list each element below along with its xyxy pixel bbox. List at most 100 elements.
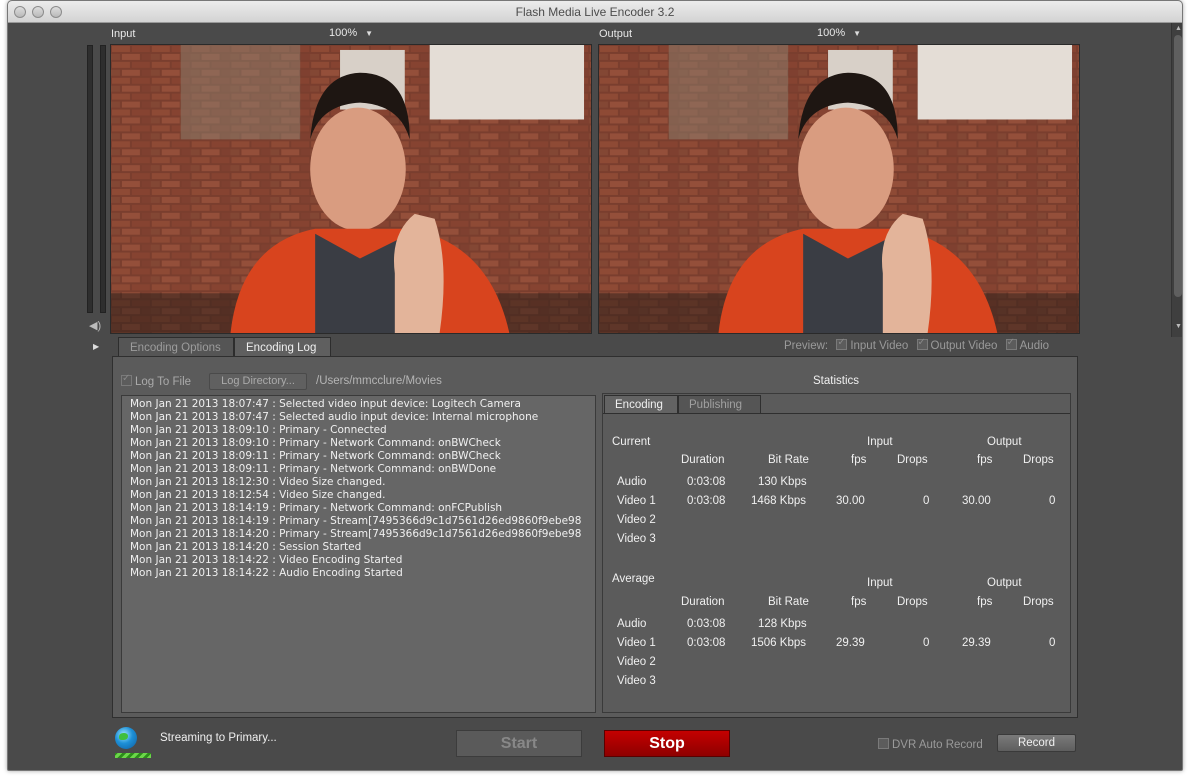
current-row-name: Audio [617,476,647,488]
average-bitrate-header: Bit Rate [768,596,809,608]
current-in-drops-header: Drops [897,454,928,466]
input-video-label: Input Video [850,340,909,352]
average-row-duration: 0:03:08 [687,637,726,649]
output-video-preview [598,44,1080,334]
current-row-out-drops: 0 [1049,495,1056,507]
log-line: Mon Jan 21 2013 18:12:54 : Video Size ch… [130,489,386,501]
average-in-drops-header: Drops [897,596,928,608]
tab-stats-encoding[interactable]: Encoding [604,395,678,413]
current-out-drops-header: Drops [1023,454,1054,466]
current-row-in-fps: 30.00 [836,495,865,507]
close-window-button[interactable] [14,6,26,18]
average-row-duration: 0:03:08 [687,618,726,630]
current-bitrate-header: Bit Rate [768,454,809,466]
streaming-activity-indicator [115,753,151,758]
title-bar: Flash Media Live Encoder 3.2 [8,1,1182,23]
current-row-name: Video 1 [617,495,656,507]
output-video-label: Output Video [930,340,998,352]
average-row-in-fps: 29.39 [836,637,865,649]
current-row-out-fps: 30.00 [962,495,991,507]
audio-level-meter-right [100,45,106,313]
input-video-checkbox[interactable] [836,337,848,350]
log-line: Mon Jan 21 2013 18:12:30 : Video Size ch… [130,476,386,488]
current-row-name: Video 2 [617,514,656,526]
average-row-out-drops: 0 [1049,637,1056,649]
log-line: Mon Jan 21 2013 18:09:10 : Primary - Con… [130,424,387,436]
dvr-auto-record-option[interactable]: DVR Auto Record [878,738,983,751]
current-in-fps-header: fps [851,454,867,466]
log-line: Mon Jan 21 2013 18:14:19 : Primary - Str… [130,515,582,527]
average-row-name: Video 2 [617,656,656,668]
zoom-window-button[interactable] [50,6,62,18]
log-line: Mon Jan 21 2013 18:14:20 : Primary - Str… [130,528,582,540]
preview-options: Preview: Input Video Output Video Audio [784,337,1050,352]
chevron-down-icon: ▼ [365,29,374,38]
log-line: Mon Jan 21 2013 18:14:22 : Audio Encodin… [130,567,403,579]
current-input-header: Input [867,436,893,448]
input-zoom-value: 100% [329,27,358,39]
disclosure-triangle-icon[interactable]: ▶ [93,342,99,351]
current-out-fps-header: fps [977,454,993,466]
log-line: Mon Jan 21 2013 18:14:19 : Primary - Net… [130,502,503,514]
preview-label: Preview: [784,340,829,352]
log-line: Mon Jan 21 2013 18:07:47 : Selected audi… [130,411,539,423]
start-button[interactable]: Start [456,730,582,757]
current-row-duration: 0:03:08 [687,476,726,488]
log-to-file-checkbox[interactable] [121,373,132,386]
log-line: Mon Jan 21 2013 18:09:11 : Primary - Net… [130,450,501,462]
current-row-in-drops: 0 [923,495,930,507]
audio-checkbox[interactable] [1005,337,1017,350]
scroll-up-arrow-icon[interactable]: ▲ [1175,25,1182,32]
average-row-out-fps: 29.39 [962,637,991,649]
chevron-down-icon: ▼ [853,29,862,38]
scroll-down-arrow-icon[interactable]: ▼ [1175,323,1182,330]
average-row-name: Audio [617,618,647,630]
dvr-auto-record-label: DVR Auto Record [892,739,983,751]
statistics-title: Statistics [813,375,860,387]
log-line: Mon Jan 21 2013 18:09:10 : Primary - Net… [130,437,501,449]
average-duration-header: Duration [681,596,725,608]
input-video-frame [111,45,591,333]
statistics-box: Encoding Publishing Current Input Output… [602,393,1071,713]
minimize-window-button[interactable] [32,6,44,18]
output-video-checkbox[interactable] [916,337,928,350]
encoding-log-panel: Log To File Log Directory... /Users/mmcc… [112,356,1078,718]
average-output-header: Output [987,577,1022,589]
log-text-area[interactable]: Mon Jan 21 2013 18:07:47 : Selected vide… [121,395,596,713]
stop-button[interactable]: Stop [604,730,730,757]
current-row-name: Video 3 [617,533,656,545]
tab-stats-publishing[interactable]: Publishing [678,395,761,413]
average-row-name: Video 1 [617,637,656,649]
average-out-fps-header: fps [977,596,993,608]
current-output-header: Output [987,436,1022,448]
audio-level-meter-left [87,45,93,313]
input-label: Input [111,28,136,40]
vertical-scrollbar[interactable]: ▲ ▼ [1171,23,1182,337]
record-button[interactable]: Record [997,734,1076,752]
encoder-window: Flash Media Live Encoder 3.2 Input 100% ▼… [7,0,1183,771]
dvr-auto-record-checkbox[interactable] [878,738,889,749]
current-row-duration: 0:03:08 [687,495,726,507]
average-row-bitrate: 128 Kbps [758,618,807,630]
audio-label: Audio [1019,340,1050,352]
tab-encoding-log[interactable]: Encoding Log [234,337,331,357]
output-video-frame [599,45,1079,333]
streaming-status: Streaming to Primary... [160,732,277,744]
output-zoom-select[interactable]: 100% ▼ [817,27,861,39]
current-duration-header: Duration [681,454,725,466]
input-video-preview [110,44,592,334]
current-row-bitrate: 1468 Kbps [751,495,806,507]
current-row-bitrate: 130 Kbps [758,476,807,488]
tab-encoding-options[interactable]: Encoding Options [118,337,234,357]
speaker-icon: ◀) [89,320,102,332]
scrollbar-thumb[interactable] [1174,35,1182,297]
average-row-name: Video 3 [617,675,656,687]
input-zoom-select[interactable]: 100% ▼ [329,27,373,39]
average-heading: Average [612,573,655,585]
output-zoom-value: 100% [817,27,846,39]
log-directory-button[interactable]: Log Directory... [209,373,307,390]
log-line: Mon Jan 21 2013 18:14:22 : Video Encodin… [130,554,403,566]
average-out-drops-header: Drops [1023,596,1054,608]
log-to-file-option[interactable]: Log To File [121,373,191,388]
current-heading: Current [612,436,651,448]
